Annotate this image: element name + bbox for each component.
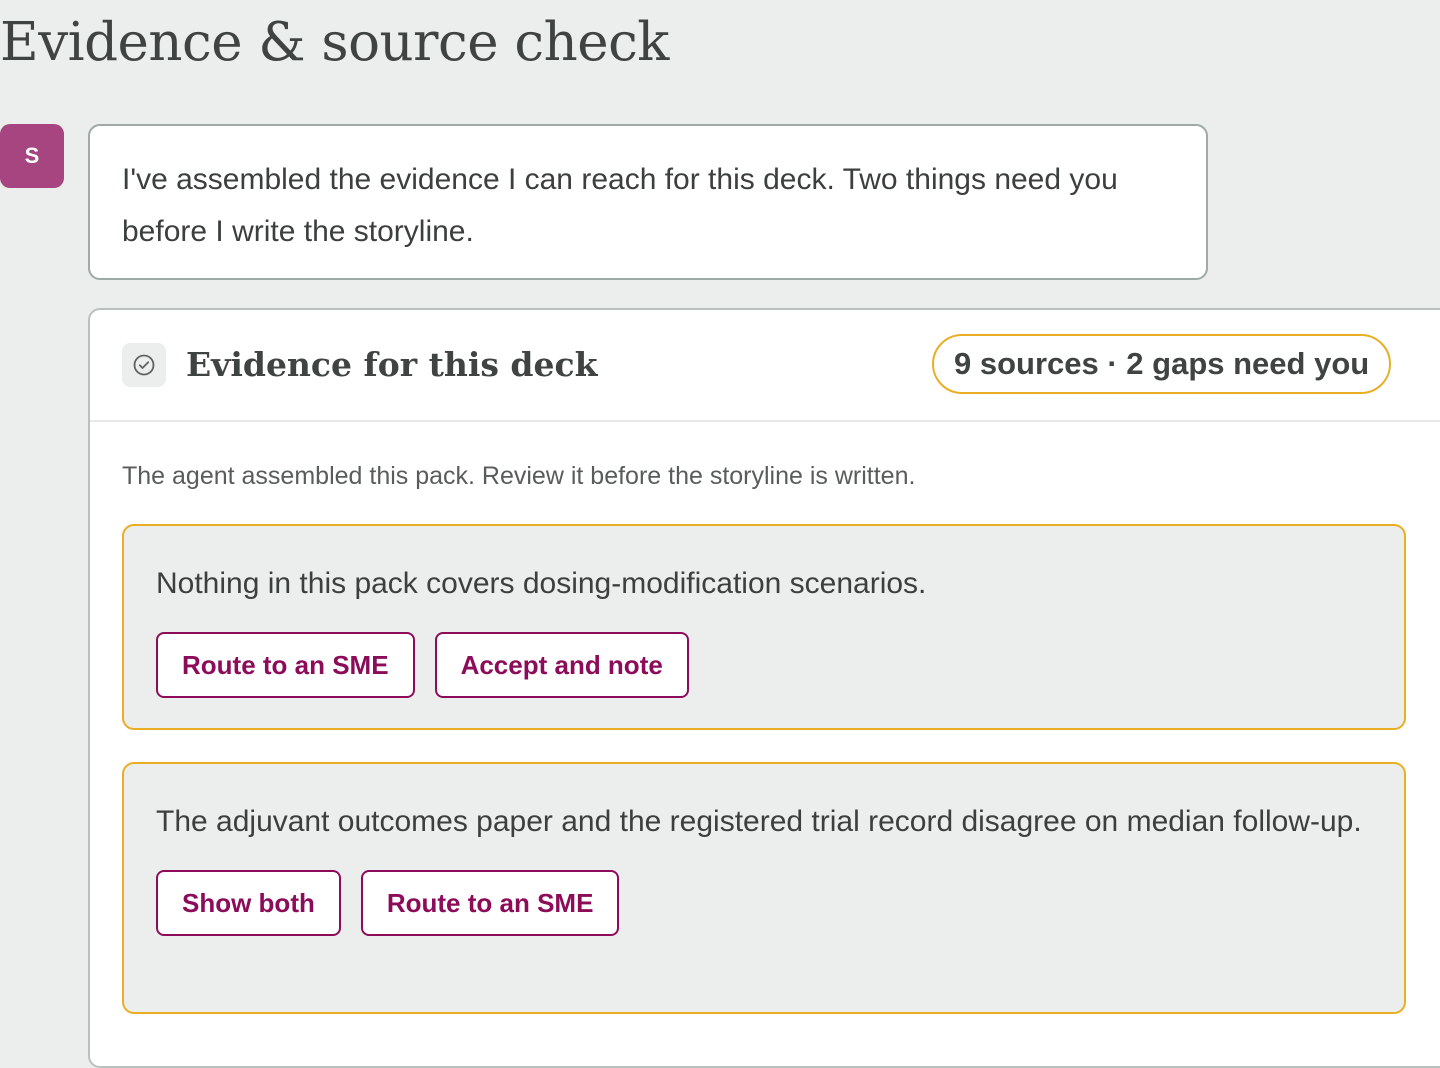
show-both-button[interactable]: Show both [156,870,341,936]
evidence-card-description: The agent assembled this pack. Review it… [122,462,916,490]
route-to-sme-button[interactable]: Route to an SME [156,632,415,698]
accept-and-note-button[interactable]: Accept and note [434,632,689,698]
evidence-card-title: Evidence for this deck [186,345,598,384]
evidence-card: Evidence for this deck 9 sources · 2 gap… [88,308,1440,1068]
message-text: I've assembled the evidence I can reach … [122,163,1118,248]
check-circle-icon [122,343,166,387]
status-badge: 9 sources · 2 gaps need you [932,334,1392,394]
route-to-sme-button[interactable]: Route to an SME [360,870,620,936]
avatar: S [0,124,64,188]
gap-description: The adjuvant outcomes paper and the regi… [156,805,1362,838]
assistant-message: I've assembled the evidence I can reach … [88,124,1208,280]
evidence-gap-item: Nothing in this pack covers dosing-modif… [122,524,1406,730]
gap-actions: Show both Route to an SME [156,870,1372,936]
evidence-gap-item: The adjuvant outcomes paper and the regi… [122,762,1406,1014]
gap-actions: Route to an SME Accept and note [156,632,1372,698]
evidence-card-header: Evidence for this deck 9 sources · 2 gap… [90,310,1440,422]
page-title: Evidence & source check [0,12,669,73]
gap-description: Nothing in this pack covers dosing-modif… [156,567,927,600]
